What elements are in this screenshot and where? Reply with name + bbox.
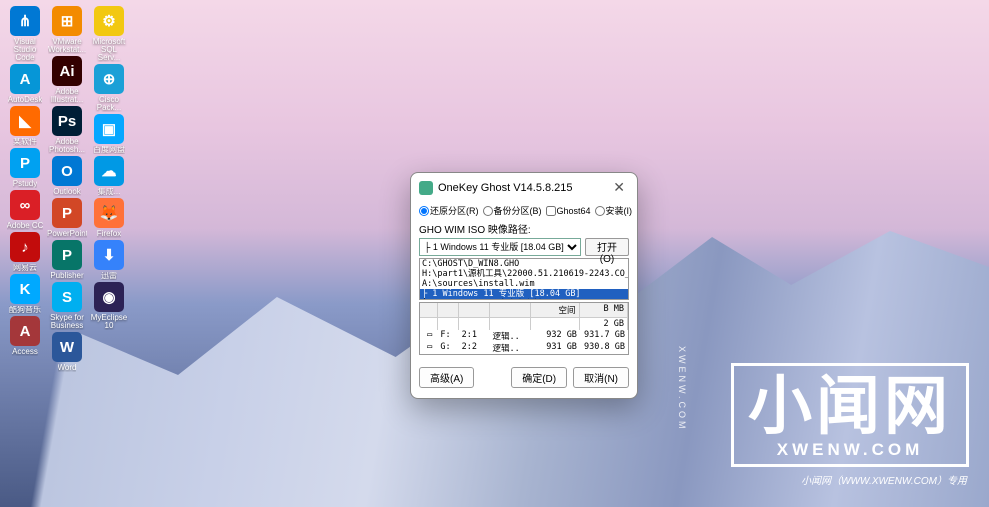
ok-button[interactable]: 确定(D) <box>511 367 567 388</box>
check-ghost64[interactable]: Ghost64 <box>546 206 591 216</box>
desktop-icon-skype[interactable]: SSkype for Business <box>48 282 86 330</box>
table-row[interactable]: ▭G:2:2逻辑..931 GB930.8 GB <box>420 342 628 354</box>
desktop-icon-xunlei[interactable]: ⬇迅雷 <box>90 240 128 280</box>
watermark-box: 小闻网 XWENW.COM <box>731 363 969 467</box>
desktop-icon-ppt[interactable]: PPowerPoint <box>48 198 86 238</box>
watermark-sub: XWENW.COM <box>748 440 952 460</box>
desktop-icon-outlook[interactable]: OOutlook <box>48 156 86 196</box>
window-title: OneKey Ghost V14.5.8.215 <box>438 182 609 194</box>
list-item[interactable]: H:\part1\源机工具\22000.51.210619-2243.CO_RE… <box>420 269 628 279</box>
list-item[interactable]: ├ 2 Windows 11 家庭中文版 [18.12 GB] <box>420 299 628 300</box>
open-button[interactable]: 打开(O) <box>585 238 629 256</box>
list-item[interactable]: A:\sources\install.wim <box>420 279 628 289</box>
path-label: GHO WIM ISO 映像路径: <box>419 221 629 236</box>
advanced-button[interactable]: 高级(A) <box>419 367 474 388</box>
desktop-icon-cloud[interactable]: ☁集成... <box>90 156 128 196</box>
desktop-icon-autodesk[interactable]: AAutoDesk <box>6 64 44 104</box>
desktop-icon-ps[interactable]: PsAdobe Photosh... <box>48 106 86 154</box>
desktop-icon-pub[interactable]: PPublisher <box>48 240 86 280</box>
cancel-button[interactable]: 取消(N) <box>573 367 629 388</box>
desktop-icon-cc[interactable]: ∞Adobe CC <box>6 190 44 230</box>
desktop-icon-eclipse[interactable]: ◉MyEclipse 10 <box>90 282 128 330</box>
partition-table[interactable]: 空间 B MB 2 GB ▭F:2:1逻辑..932 GB931.7 GB▭G:… <box>419 302 629 355</box>
radio-restore[interactable]: 还原分区(R) <box>419 204 479 217</box>
watermark-side: XWENW.COM <box>677 346 687 432</box>
close-icon[interactable]: ✕ <box>609 179 629 196</box>
title-bar[interactable]: OneKey Ghost V14.5.8.215 ✕ <box>411 173 637 200</box>
watermark-footer: 小闻网（WWW.XWENW.COM）专用 <box>801 472 967 487</box>
image-select[interactable]: ├ 1 Windows 11 专业版 [18.04 GB] <box>419 238 581 256</box>
radio-backup[interactable]: 备份分区(B) <box>483 204 542 217</box>
table-row[interactable]: ▭F:2:1逻辑..932 GB931.7 GB <box>420 330 628 342</box>
desktop-icon-baidu[interactable]: ▣百度网盘 <box>90 114 128 154</box>
desktop-icon-vmware[interactable]: ⊞VMware Workstat... <box>48 6 86 54</box>
desktop-icon-pstudy[interactable]: PPstudy <box>6 148 44 188</box>
desktop-icon-word[interactable]: WWord <box>48 332 86 372</box>
list-item[interactable]: ├ 1 Windows 11 专业版 [18.04 GB] <box>420 289 628 299</box>
onekey-ghost-dialog: OneKey Ghost V14.5.8.215 ✕ 还原分区(R) 备份分区(… <box>410 172 638 399</box>
image-list[interactable]: C:\GHOST\D_WIN8.GHOH:\part1\源机工具\22000.5… <box>419 258 629 300</box>
desktop-icon-mssql[interactable]: ⚙Microsoft SQL Serv... <box>90 6 128 62</box>
desktop-icon-netease[interactable]: ♪网易云 <box>6 232 44 272</box>
desktop-icon-cisco[interactable]: ⊕Cisco Pack... <box>90 64 128 112</box>
list-item[interactable]: C:\GHOST\D_WIN8.GHO <box>420 259 628 269</box>
app-icon <box>419 181 433 195</box>
watermark-title: 小闻网 <box>748 374 952 438</box>
desktop-icon-kugou[interactable]: K酷狗音乐 <box>6 274 44 314</box>
desktop-icon-access[interactable]: AAccess <box>6 316 44 356</box>
desktop-icon-firefox[interactable]: 🦊Firefox <box>90 198 128 238</box>
desktop-icon-fire[interactable]: ◣某软件 <box>6 106 44 146</box>
desktop-icon-ai[interactable]: AiAdobe Illustrat... <box>48 56 86 104</box>
desktop-icon-vscode[interactable]: ⋔Visual Studio Code <box>6 6 44 62</box>
desktop-icons: ⋔Visual Studio CodeAAutoDesk◣某软件PPstudy∞… <box>4 6 130 372</box>
radio-install[interactable]: 安装(I) <box>595 204 633 217</box>
mode-radios: 还原分区(R) 备份分区(B) Ghost64 安装(I) <box>419 204 629 217</box>
